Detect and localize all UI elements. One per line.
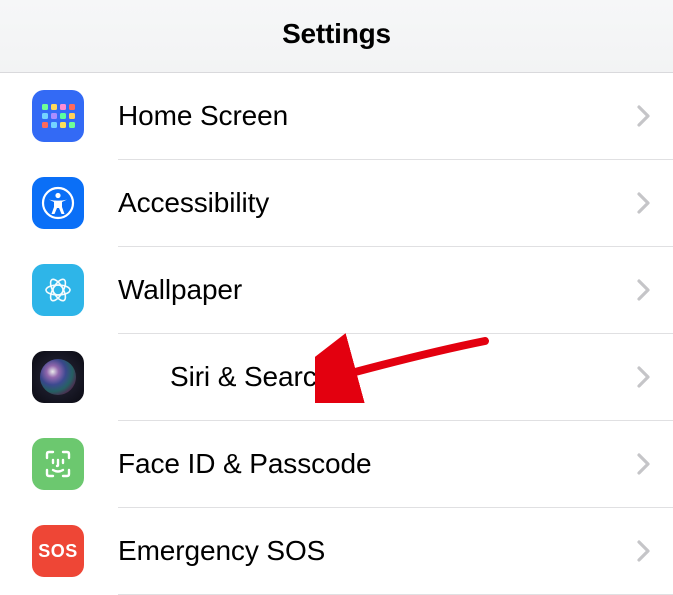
- settings-row-wallpaper[interactable]: Wallpaper: [118, 247, 673, 334]
- row-label: Wallpaper: [118, 274, 242, 306]
- sos-icon: SOS: [32, 525, 84, 577]
- chevron-right-icon: [637, 105, 651, 127]
- settings-header: Settings: [0, 0, 673, 73]
- row-label: Face ID & Passcode: [118, 448, 371, 480]
- siri-icon: [32, 351, 84, 403]
- chevron-right-icon: [637, 279, 651, 301]
- settings-row-home-screen[interactable]: Home Screen: [118, 73, 673, 160]
- row-label: Home Screen: [118, 100, 288, 132]
- chevron-right-icon: [637, 540, 651, 562]
- sos-icon-text: SOS: [38, 541, 78, 562]
- chevron-right-icon: [637, 366, 651, 388]
- settings-row-accessibility[interactable]: Accessibility: [118, 160, 673, 247]
- chevron-right-icon: [637, 192, 651, 214]
- faceid-icon: [32, 438, 84, 490]
- accessibility-icon: [32, 177, 84, 229]
- row-label: Emergency SOS: [118, 535, 325, 567]
- settings-list: Home Screen Accessibility: [0, 73, 673, 595]
- wallpaper-icon: [32, 264, 84, 316]
- settings-row-emergency-sos[interactable]: SOS Emergency SOS: [118, 508, 673, 595]
- settings-row-faceid-passcode[interactable]: Face ID & Passcode: [118, 421, 673, 508]
- row-label: Siri & Search: [170, 361, 332, 393]
- settings-row-siri-search[interactable]: Siri & Search: [118, 334, 673, 421]
- chevron-right-icon: [637, 453, 651, 475]
- page-title: Settings: [0, 18, 673, 50]
- home-screen-icon: [32, 90, 84, 142]
- row-label: Accessibility: [118, 187, 269, 219]
